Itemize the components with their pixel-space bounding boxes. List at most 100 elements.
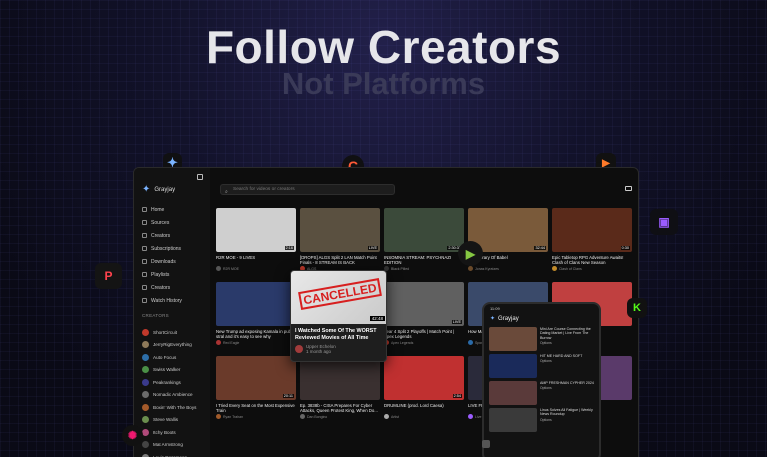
video-thumbnail[interactable]: 2:30:33 [384,208,464,252]
video-thumbnail[interactable] [489,408,537,432]
video-thumbnail[interactable]: 20:11 [216,356,296,400]
video-meta: Red Eagle [216,340,296,345]
video-card[interactable]: 20:11 I Tried Every Seat on the Most Expe… [216,356,296,419]
video-card[interactable]: 2:54 DRUMLINE (prod. Lord Caesa) Artist [384,356,464,419]
channel-name[interactable]: Dan Bongino [307,415,327,419]
video-meta: Clash of Clans [552,266,632,271]
channel-name[interactable]: Artist [391,415,399,419]
avatar[interactable] [468,340,473,345]
video-thumbnail[interactable]: LIVE [300,208,380,252]
video-thumbnail[interactable] [489,381,537,405]
video-thumbnail[interactable] [216,282,296,326]
video-hover-card[interactable]: CANCELLED 42:48 I Watched Some Of The WO… [290,270,387,362]
sidebar-item-sources[interactable]: Sources [142,216,206,229]
creator-item[interactable]: ShortCircuit [142,326,208,339]
channel-name[interactable]: Ryan Trahan [223,415,243,419]
cast-icon[interactable] [625,186,632,191]
channel-name[interactable]: Clash of Clans [559,267,582,271]
creator-item[interactable]: Mat Armstrong [142,439,208,452]
video-title[interactable]: New Trump ad exposing Kamala in public s… [216,329,296,339]
video-title[interactable]: INSOMNIA STREAM: PSYCHNAZI EDITION [384,255,464,265]
avatar[interactable] [300,414,305,419]
creator-name: Peakrankings [153,379,181,385]
phone-video-row[interactable]: Linus Solves All Fatigue | Weekly News R… [484,405,599,432]
search-input[interactable]: ⌕ Search for videos or creators [220,184,395,195]
video-thumbnail[interactable]: 2:16 [216,208,296,252]
avatar[interactable] [216,340,221,345]
creator-item[interactable]: Boxin' With The Boys [142,401,208,414]
creator-item[interactable]: Itchy Boots [142,426,208,439]
video-title[interactable]: AMP FRESHMAN CYPHER 2024 [540,381,594,385]
video-title[interactable]: Epic Tabletop RPG Adventure Awaits! Clas… [552,255,632,265]
kick-icon: K [627,298,647,318]
video-card[interactable]: LIVE [DROPS] ALGS Split 2 LAN Match Point… [300,208,380,271]
creator-item[interactable]: Louis Rossmann [142,451,208,457]
video-title[interactable]: HIT ME HARD AND SOFT [540,354,582,358]
video-title[interactable]: [DROPS] ALGS Split 2 LAN Match Point Fin… [300,255,380,265]
video-title[interactable]: I Tried Every Seat on the Most Expensive… [216,403,296,413]
channel-name[interactable]: R2R MOE [223,267,239,271]
sidebar-item-subscriptions[interactable]: Subscriptions [142,242,206,255]
sidebar-item-creators[interactable]: Creators [142,229,206,242]
video-thumbnail[interactable] [300,356,380,400]
video-thumbnail[interactable]: LIVE [384,282,464,326]
video-card[interactable]: 2:16 R2R MOE - 9 LIVES R2R MOE [216,208,296,271]
video-thumbnail[interactable]: 0:30 [552,208,632,252]
phone-video-row[interactable]: AMP FRESHMAN CYPHER 2024 Options [484,378,599,405]
channel-name[interactable]: Black Pilled [391,267,409,271]
video-card[interactable]: 0:30 Epic Tabletop RPG Adventure Awaits! … [552,208,632,271]
avatar[interactable] [468,414,473,419]
video-thumbnail[interactable] [489,327,537,351]
video-thumbnail[interactable]: 2:54 [384,356,464,400]
video-title[interactable]: DRUMLINE (prod. Lord Caesa) [384,403,464,413]
phone-video-row[interactable]: HIT ME HARD AND SOFT Options [484,351,599,378]
collapse-sidebar-icon[interactable] [197,174,203,180]
video-card[interactable]: 2:30:33 INSOMNIA STREAM: PSYCHNAZI EDITIO… [384,208,464,271]
sidebar-item-home[interactable]: Home [142,203,206,216]
avatar[interactable] [468,266,473,271]
creator-item[interactable]: Steve Wallis [142,414,208,427]
video-title[interactable]: Ep. 3838b - CISA Prepares For Cyber Atta… [300,403,380,413]
options-button[interactable]: Options [540,359,582,363]
video-card[interactable]: Ep. 3838b - CISA Prepares For Cyber Atta… [300,356,380,419]
creator-item[interactable]: Swiss Walker [142,364,208,377]
avatar[interactable] [216,266,221,271]
video-title[interactable]: Linus Solves All Fatigue | Weekly News R… [540,408,594,417]
options-button[interactable]: Options [540,341,594,345]
video-thumbnail[interactable] [489,354,537,378]
avatar [142,366,149,374]
video-card[interactable]: LIVE Year 4 Split 2 Playoffs | Match Poin… [384,282,464,345]
sidebar-item-watch-history[interactable]: Watch History [142,294,206,307]
creator-name: Steve Wallis [153,417,179,423]
creator-item[interactable]: Peakrankings [142,376,208,389]
video-title[interactable]: Mini Are Course Connecting the Dating Ma… [540,327,594,340]
home-icon [142,207,147,212]
avatar[interactable] [552,266,557,271]
phone-video-row[interactable]: Mini Are Course Connecting the Dating Ma… [484,324,599,351]
video-duration: 32:44 [534,246,546,250]
video-title[interactable]: Year 4 Split 2 Playoffs | Match Point | … [384,329,464,339]
creator-item[interactable]: Nomadic Ambience [142,389,208,402]
video-duration: 0:30 [620,246,630,250]
hover-card-title[interactable]: I Watched Some Of The WORST Reviewed Mov… [291,324,386,341]
sidebar-item-downloads[interactable]: Downloads [142,255,206,268]
creator-item[interactable]: JerryRigEverything [142,339,208,352]
video-card[interactable]: New Trump ad exposing Kamala in public s… [216,282,296,345]
video-title[interactable]: R2R MOE - 9 LIVES [216,255,296,265]
avatar[interactable] [216,414,221,419]
options-button[interactable]: Options [540,418,594,422]
channel-name[interactable]: Jonas Kyratzes [475,267,499,271]
playlists-icon [142,272,147,277]
channel-name[interactable]: Apex Legends [391,341,413,345]
options-button[interactable]: Options [540,386,594,390]
avatar[interactable] [295,345,303,353]
channel-name[interactable]: Live [475,415,481,419]
creator-item[interactable]: Auto Focus [142,351,208,364]
avatar [142,341,149,349]
sidebar-item-playlists[interactable]: Playlists [142,268,206,281]
avatar[interactable] [384,414,389,419]
channel-name[interactable]: Red Eagle [223,341,239,345]
hover-card-thumbnail[interactable]: CANCELLED 42:48 [291,271,386,324]
creators-icon [142,233,147,238]
sidebar-item-creators[interactable]: Creators [142,281,206,294]
